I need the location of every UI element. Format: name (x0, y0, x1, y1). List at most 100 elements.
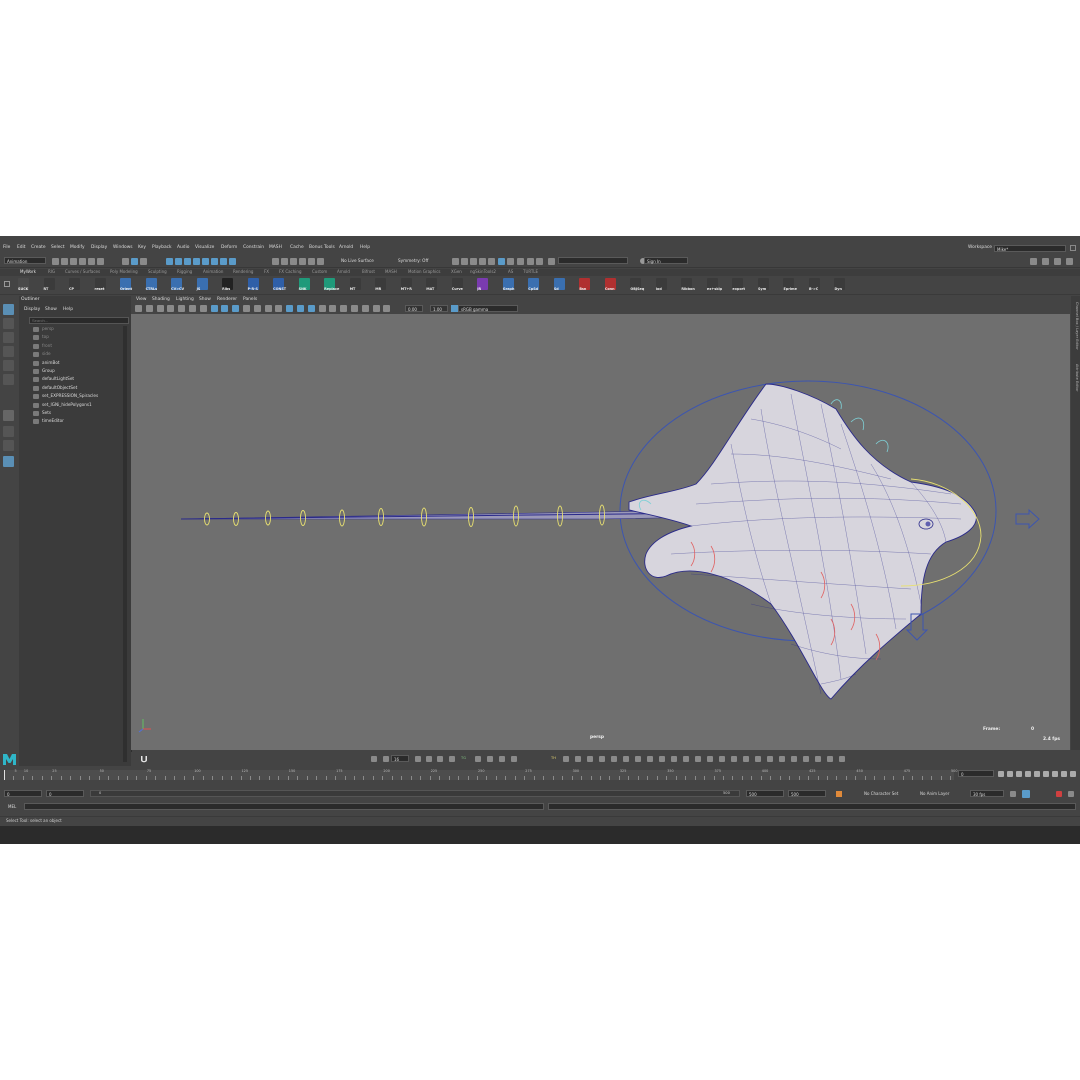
anim-tool-icon[interactable] (647, 756, 653, 762)
anim-tool-icon[interactable] (767, 756, 773, 762)
mask-rendering-icon[interactable] (220, 258, 227, 265)
shelf-button[interactable]: MT+R (400, 278, 412, 291)
viewport-toolbar-icon[interactable] (383, 305, 391, 312)
shelf-tab-mash[interactable]: MASH (385, 270, 397, 274)
shelf-button[interactable]: Sd (553, 278, 565, 291)
workspace-dropdown[interactable]: Mike* (994, 245, 1066, 252)
input-line-icon[interactable] (548, 258, 555, 265)
shelf-button[interactable]: SUCK (18, 278, 29, 291)
shelf-tab-xgen[interactable]: XGen (451, 270, 462, 274)
render-settings-icon[interactable] (470, 258, 477, 265)
fps-dropdown[interactable]: 30 fps (970, 790, 1004, 797)
snap-point-icon[interactable] (290, 258, 297, 265)
anim-tool-icon[interactable] (791, 756, 797, 762)
viewport-toolbar-icon[interactable] (253, 305, 261, 312)
anim-tool-icon[interactable] (437, 756, 443, 762)
save-as-icon[interactable] (79, 258, 86, 265)
undo-icon[interactable] (88, 258, 95, 265)
lasso-tool-icon[interactable] (3, 318, 14, 329)
menu-help[interactable]: Help (360, 245, 370, 250)
auto-key-icon[interactable] (836, 791, 842, 797)
shelf-button[interactable]: Bsn (579, 278, 591, 291)
arnold-ipr-icon[interactable] (507, 258, 514, 265)
input-line-field[interactable] (558, 257, 628, 264)
viewport-toolbar-icon[interactable] (210, 305, 218, 312)
anim-tool-icon[interactable] (839, 756, 845, 762)
render-view-icon[interactable] (488, 258, 495, 265)
viewport-toolbar-icon[interactable] (329, 305, 337, 312)
anim-tool-icon[interactable] (449, 756, 455, 762)
stingray-body-mesh[interactable] (628, 383, 977, 700)
redo-icon[interactable] (97, 258, 104, 265)
select-hierarchy-icon[interactable] (122, 258, 129, 265)
shelf-button[interactable]: SNK (298, 278, 310, 291)
marker-tg[interactable]: TG (461, 756, 466, 761)
anim-tool-icon[interactable] (671, 756, 677, 762)
time-ruler[interactable]: 5 10 25 50 75 100 125 150 175 200 225 250 275 300 325 3… (4, 769, 957, 780)
shelf-tab-bifrost[interactable]: Bifrost (362, 270, 375, 274)
viewport-toolbar-icon[interactable] (318, 305, 326, 312)
character-set-dropdown[interactable]: No Character Set (862, 790, 904, 797)
shelf-button[interactable]: CP (69, 278, 81, 291)
step-back-frame-icon[interactable] (1007, 771, 1013, 777)
anim-tool-icon[interactable] (511, 756, 517, 762)
menu-audio[interactable]: Audio (177, 245, 189, 250)
anim-tool-icon[interactable] (623, 756, 629, 762)
menu-playback[interactable]: Playback (152, 245, 172, 250)
viewport-toolbar-icon[interactable] (167, 305, 175, 312)
outliner-item[interactable]: set_EXPRESSION_Spiracles (21, 393, 121, 401)
menu-bonus-tools[interactable]: Bonus Tools (309, 245, 335, 250)
shelf-tab-turtle[interactable]: TURTLE (523, 270, 538, 274)
viewport-toolbar-icon[interactable] (135, 305, 142, 312)
preferences-icon[interactable] (1022, 790, 1030, 798)
outliner-item[interactable]: persp (21, 326, 121, 334)
exposure-field[interactable]: 0.00 (405, 305, 423, 312)
anim-tool-icon[interactable] (575, 756, 581, 762)
viewport-menu-show[interactable]: Show (199, 297, 211, 302)
viewport-toolbar-icon[interactable] (297, 305, 304, 312)
persp-outliner-layout-icon[interactable] (3, 456, 14, 467)
symmetry-label[interactable]: Symmetry: Off (398, 258, 428, 263)
shelf-settings-icon[interactable] (4, 281, 10, 287)
direction-arrow-right-icon[interactable] (1015, 508, 1040, 530)
shelf-button[interactable]: Replace (324, 278, 339, 291)
anim-tool-icon[interactable] (371, 756, 377, 762)
viewport-toolbar-icon[interactable] (275, 305, 283, 312)
menu-select[interactable]: Select (51, 245, 65, 250)
viewport-toolbar-icon[interactable] (243, 305, 250, 312)
viewport-toolbar-icon[interactable] (178, 305, 186, 312)
shelf-button[interactable]: MAT (426, 278, 438, 291)
outliner-item[interactable]: animBot (21, 360, 121, 368)
mask-handles-icon[interactable] (166, 258, 173, 265)
anim-tool-icon[interactable] (803, 756, 809, 762)
viewport-menu-lighting[interactable]: Lighting (176, 297, 194, 302)
shelf-button[interactable]: ex+skip (706, 278, 722, 291)
shelf-button[interactable]: Dyn (834, 278, 846, 291)
play-backwards-icon[interactable] (1025, 771, 1031, 777)
anim-tool-icon[interactable] (779, 756, 785, 762)
tool-settings-icon[interactable] (1066, 258, 1073, 265)
snap-view-plane-icon[interactable] (299, 258, 306, 265)
viewport-menu-renderer[interactable]: Renderer (217, 297, 237, 302)
anim-tool-icon[interactable] (415, 756, 421, 762)
sign-in-dropdown[interactable]: Sign In (644, 257, 688, 264)
shelf-button[interactable]: JR (477, 278, 489, 291)
shelf-button[interactable]: P-R-S (247, 278, 259, 291)
shelf-button[interactable]: MT (349, 278, 361, 291)
select-object-icon[interactable] (131, 258, 138, 265)
live-surface-label[interactable]: No Live Surface (341, 258, 374, 263)
viewport-toolbar-icon[interactable] (340, 305, 348, 312)
shelf-tab-ngskintools2[interactable]: ngSkinTools2 (470, 270, 496, 274)
anim-tool-icon[interactable] (695, 756, 701, 762)
render-icon[interactable] (452, 258, 459, 265)
outliner-item[interactable]: Sets (21, 410, 121, 418)
open-scene-icon[interactable] (61, 258, 68, 265)
mel-label[interactable]: MEL (8, 805, 16, 809)
outliner-item[interactable]: front (21, 343, 121, 351)
viewport-scene[interactable]: persp Frame: 0 2.4 fps (131, 314, 1070, 750)
viewport-toolbar-icon[interactable] (232, 305, 240, 312)
range-slider[interactable]: 0 500 (90, 790, 740, 797)
outliner-item[interactable]: set_IGNi_hidePolygons1 (21, 402, 121, 410)
anim-tool-icon[interactable] (426, 756, 432, 762)
menu-set-dropdown[interactable]: Animation (4, 257, 46, 264)
